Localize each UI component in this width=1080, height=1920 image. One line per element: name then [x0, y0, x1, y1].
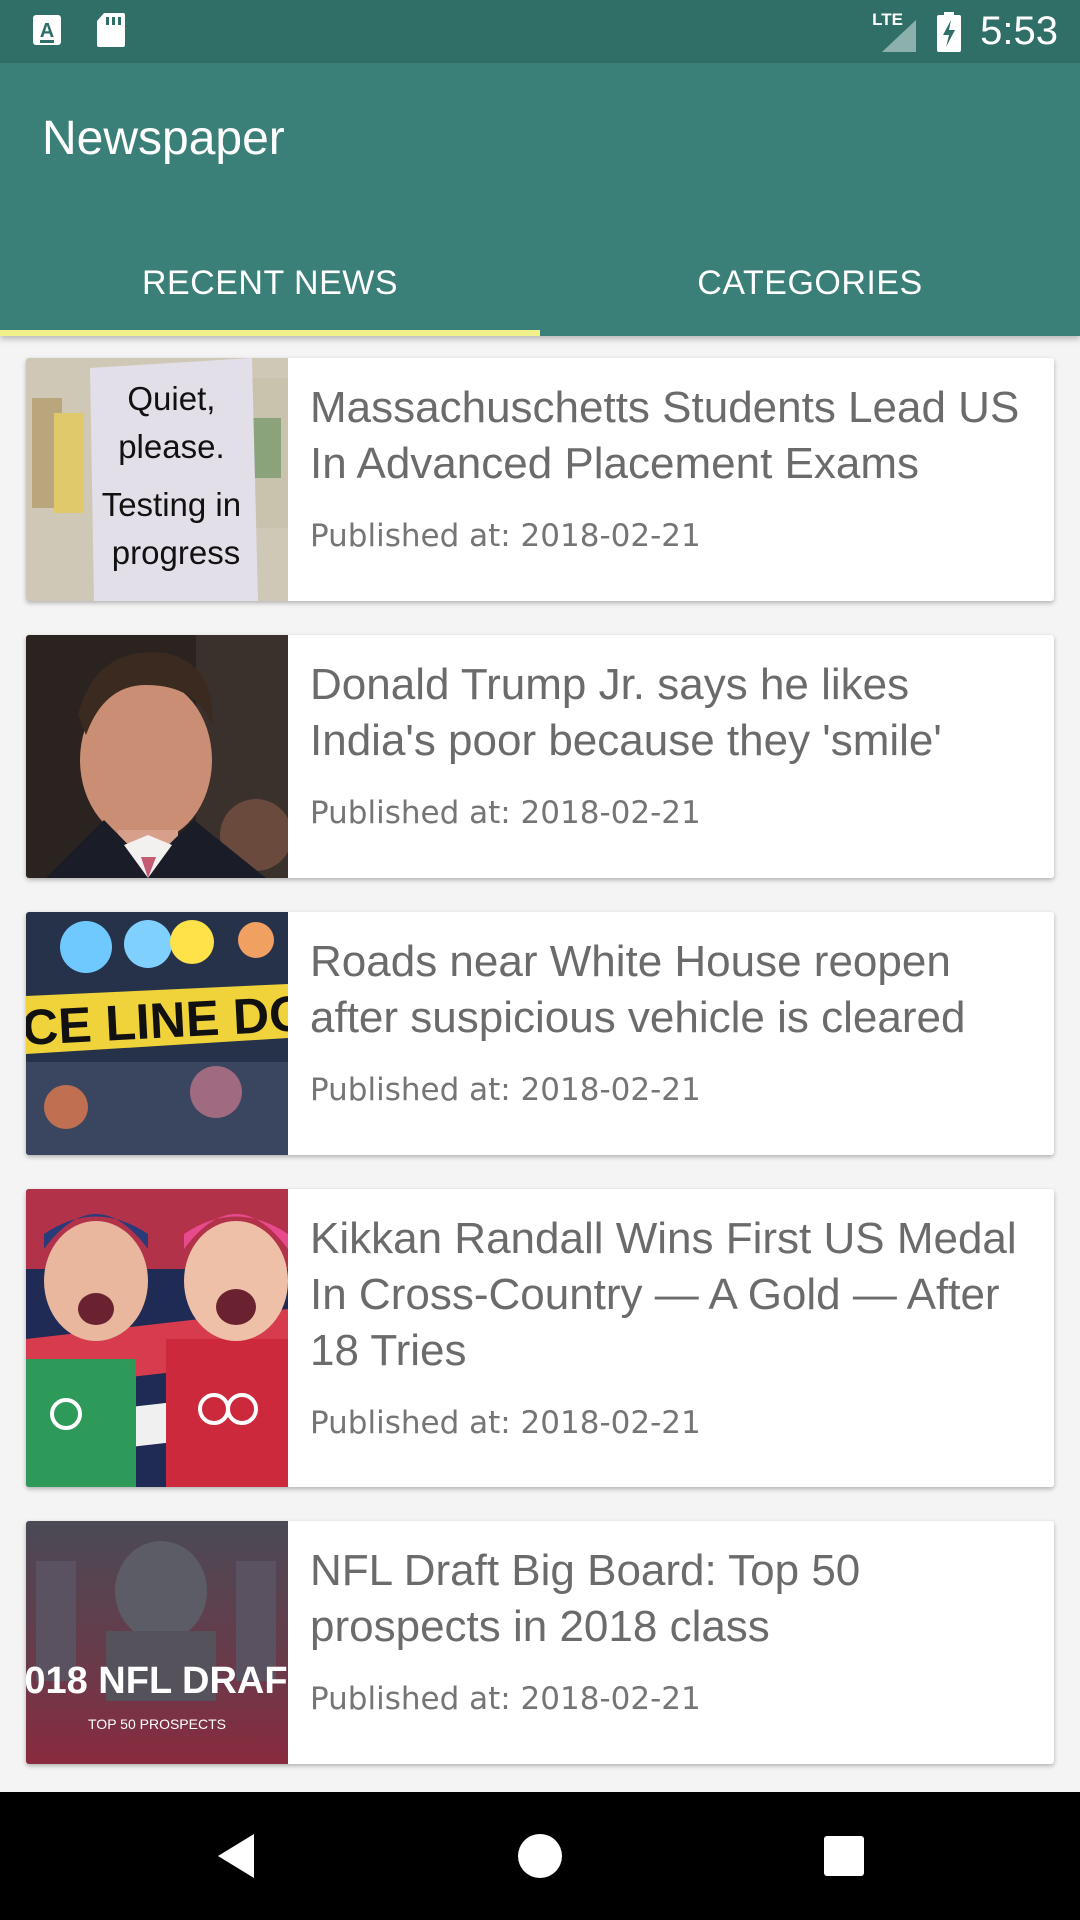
news-headline: Donald Trump Jr. says he likes India's p… [310, 660, 942, 765]
tab-recent-news[interactable]: RECENT NEWS [0, 231, 540, 336]
tab-bar: RECENT NEWS CATEGORIES [0, 231, 1080, 336]
home-icon[interactable] [508, 1824, 572, 1888]
news-headline: Roads near White House reopen after susp… [310, 937, 966, 1042]
thumb-text-line: progress [112, 534, 240, 571]
app-bar: Newspaper RECENT NEWS CATEGORIES [0, 63, 1080, 336]
recents-icon[interactable] [812, 1824, 876, 1888]
news-card[interactable]: Kikkan Randall Wins First US Medal In Cr… [26, 1189, 1054, 1487]
back-icon[interactable] [204, 1824, 268, 1888]
thumb-text-line: Testing in [102, 486, 241, 523]
news-thumbnail [26, 635, 288, 878]
news-headline: Kikkan Randall Wins First US Medal In Cr… [310, 1214, 1017, 1375]
app-title: Newspaper [42, 112, 285, 165]
status-bar: A LTE 5:53 [0, 0, 1080, 63]
news-card[interactable]: CE LINE DO NOT C Roads near White House … [26, 912, 1054, 1155]
news-headline: NFL Draft Big Board: Top 50 prospects in… [310, 1546, 861, 1651]
news-thumbnail: Quiet, please. Testing in progress [26, 358, 288, 601]
clock: 5:53 [980, 9, 1058, 53]
news-thumbnail [26, 1189, 288, 1487]
news-card[interactable]: Donald Trump Jr. says he likes India's p… [26, 635, 1054, 878]
thumb-text: 2018 NFL DRAFT [26, 1660, 288, 1702]
news-card[interactable]: 2018 NFL DRAFT TOP 50 PROSPECTS NFL Draf… [26, 1521, 1054, 1764]
thumb-text: TOP 50 PROSPECTS [88, 1716, 226, 1732]
news-published-date: Published at: 2018-02-21 [310, 795, 701, 831]
news-card[interactable]: Quiet, please. Testing in progress Massa… [26, 358, 1054, 601]
battery-charging-icon [937, 11, 962, 52]
news-list[interactable]: Quiet, please. Testing in progress Massa… [0, 336, 1080, 1792]
news-thumbnail: 2018 NFL DRAFT TOP 50 PROSPECTS [26, 1521, 288, 1764]
sd-card-icon [97, 13, 125, 47]
svg-text:A: A [40, 20, 54, 42]
cell-signal-icon: LTE [872, 10, 918, 52]
news-published-date: Published at: 2018-02-21 [310, 1405, 701, 1441]
thumb-text-line: Quiet, [127, 380, 215, 417]
news-published-date: Published at: 2018-02-21 [310, 1072, 701, 1108]
navigation-bar [0, 1792, 1080, 1920]
news-thumbnail: CE LINE DO NOT C [26, 912, 288, 1155]
news-headline: Massachuschetts Students Lead US In Adva… [310, 383, 1020, 488]
news-published-date: Published at: 2018-02-21 [310, 518, 701, 554]
news-published-date: Published at: 2018-02-21 [310, 1681, 701, 1717]
tab-categories[interactable]: CATEGORIES [540, 231, 1080, 336]
a-keyboard-icon: A [33, 15, 61, 45]
thumb-text-line: please. [118, 428, 224, 465]
